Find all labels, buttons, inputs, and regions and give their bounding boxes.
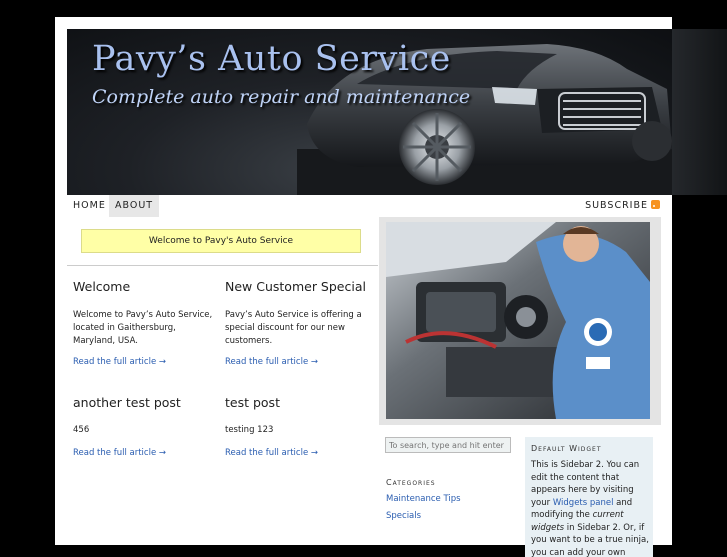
header-banner-extension bbox=[672, 29, 727, 195]
post-welcome: Welcome Welcome to Pavy’s Auto Service, … bbox=[73, 279, 218, 348]
subscribe-label: SUBSCRIBE bbox=[585, 200, 648, 211]
post-new-customer-special: New Customer Special Pavy’s Auto Service… bbox=[225, 279, 370, 348]
post-title[interactable]: Welcome bbox=[73, 279, 218, 294]
header: Pavy’s Auto Service Complete auto repair… bbox=[55, 17, 672, 217]
post-excerpt: Pavy’s Auto Service is offering a specia… bbox=[225, 309, 370, 348]
widget-text: This is Sidebar 2. You can edit the cont… bbox=[531, 459, 649, 557]
post-excerpt: testing 123 bbox=[225, 424, 370, 437]
category-link-maintenance-tips[interactable]: Maintenance Tips bbox=[386, 494, 461, 504]
main-nav: HOME ABOUT SUBSCRIBE bbox=[67, 195, 672, 217]
read-more-link[interactable]: Read the full article → bbox=[225, 357, 318, 367]
site-title[interactable]: Pavy’s Auto Service bbox=[92, 39, 451, 79]
post-title[interactable]: another test post bbox=[73, 395, 218, 410]
read-more-link[interactable]: Read the full article → bbox=[73, 448, 166, 458]
post-title[interactable]: test post bbox=[225, 395, 370, 410]
widgets-panel-link[interactable]: Widgets panel bbox=[553, 498, 614, 508]
default-widget: Default Widget This is Sidebar 2. You ca… bbox=[525, 437, 653, 557]
subscribe-link[interactable]: SUBSCRIBE bbox=[585, 195, 660, 217]
post-excerpt: 456 bbox=[73, 424, 218, 437]
post-title[interactable]: New Customer Special bbox=[225, 279, 370, 294]
post-another-test: another test post 456 Read the full arti… bbox=[73, 395, 218, 437]
post-excerpt: Welcome to Pavy’s Auto Service, located … bbox=[73, 309, 218, 348]
search-input[interactable] bbox=[385, 437, 511, 453]
header-banner: Pavy’s Auto Service Complete auto repair… bbox=[67, 29, 672, 195]
site-tagline: Complete auto repair and maintenance bbox=[92, 86, 470, 108]
rss-icon bbox=[651, 200, 660, 209]
categories-title: Categories bbox=[386, 478, 436, 487]
welcome-notice: Welcome to Pavy's Auto Service bbox=[81, 229, 361, 253]
read-more-link[interactable]: Read the full article → bbox=[225, 448, 318, 458]
nav-item-about[interactable]: ABOUT bbox=[109, 195, 159, 217]
widget-title: Default Widget bbox=[531, 444, 601, 453]
mechanic-photo bbox=[386, 222, 650, 419]
nav-item-home[interactable]: HOME bbox=[67, 195, 112, 217]
category-link-specials[interactable]: Specials bbox=[386, 511, 421, 521]
divider bbox=[67, 265, 378, 266]
read-more-link[interactable]: Read the full article → bbox=[73, 357, 166, 367]
post-test: test post testing 123 Read the full arti… bbox=[225, 395, 370, 437]
